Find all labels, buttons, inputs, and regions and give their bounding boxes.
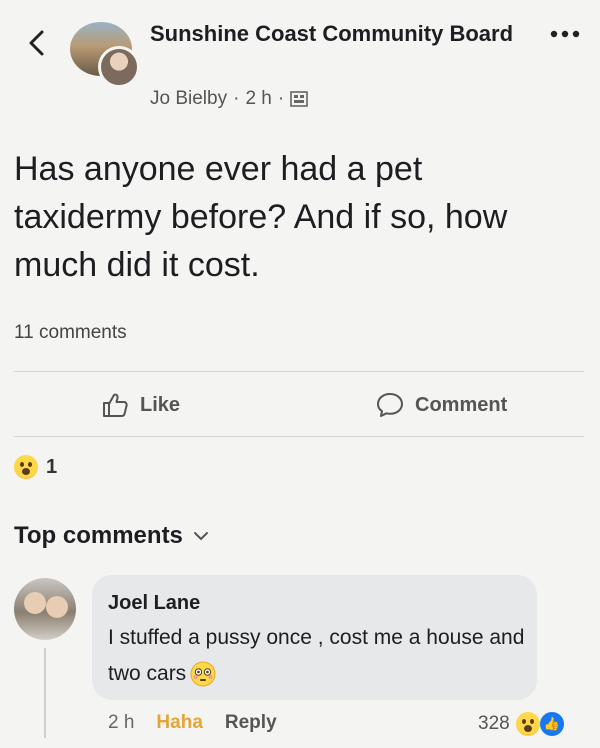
comment-label: Comment — [415, 393, 508, 416]
comment-time: 2 h — [108, 712, 135, 733]
like-badge-icon: 👍 — [537, 710, 566, 738]
chevron-down-icon — [193, 532, 208, 541]
post-header: Sunshine Coast Community Board Jo Bielby… — [0, 0, 600, 125]
top-comments-filter[interactable]: Top comments — [14, 522, 209, 550]
chevron-left-icon[interactable] — [22, 28, 52, 58]
author-name[interactable]: Jo Bielby — [150, 88, 227, 110]
public-group-icon — [290, 91, 308, 107]
like-label: Like — [140, 393, 181, 416]
comment-actions: 2 h Haha Reply — [108, 712, 277, 734]
wow-emoji-icon — [14, 455, 38, 479]
more-icon[interactable] — [548, 24, 582, 44]
reply-button[interactable]: Reply — [225, 712, 277, 734]
comments-count[interactable]: 11 comments — [14, 322, 127, 344]
like-button[interactable]: Like — [100, 390, 180, 420]
comment-reaction-count: 328 — [478, 713, 510, 734]
author-avatar[interactable] — [98, 46, 140, 88]
comment-text: I stuffed a pussy once , cost me a house… — [108, 620, 528, 692]
post-text: Has anyone ever had a pet taxidermy befo… — [14, 150, 508, 284]
haha-reaction-button[interactable]: Haha — [156, 712, 202, 734]
thread-line — [44, 648, 46, 738]
meta-separator: · — [277, 88, 285, 109]
comment-button[interactable]: Comment — [375, 390, 507, 420]
wow-emoji-icon — [515, 712, 540, 736]
group-name[interactable]: Sunshine Coast Community Board — [150, 18, 520, 50]
post-time[interactable]: 2 h — [245, 88, 271, 110]
comment-icon — [377, 393, 403, 417]
top-comments-label: Top comments — [14, 522, 183, 549]
commenter-name[interactable]: Joel Lane — [108, 592, 200, 615]
reaction-summary[interactable]: 1 — [14, 455, 57, 479]
post-meta: Jo Bielby · 2 h · — [150, 88, 308, 110]
reaction-count: 1 — [46, 455, 58, 478]
thumbs-up-icon — [103, 393, 128, 417]
divider — [14, 371, 584, 372]
meta-separator: · — [233, 88, 240, 109]
comment-reaction-summary[interactable]: 328 👍 — [478, 710, 566, 738]
flushed-emoji-icon — [190, 661, 216, 687]
divider — [14, 436, 584, 437]
comment-body: I stuffed a pussy once , cost me a house… — [108, 626, 525, 685]
commenter-avatar[interactable] — [14, 578, 76, 640]
